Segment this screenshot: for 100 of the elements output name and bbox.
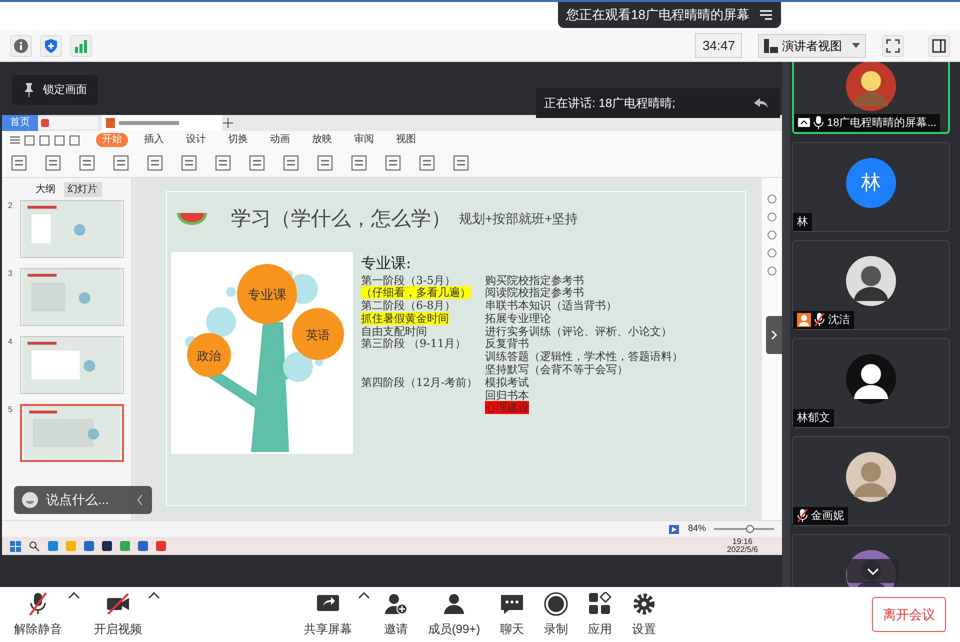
collapse-icon[interactable]: [136, 494, 144, 506]
caret-icon[interactable]: [148, 592, 160, 598]
collapse-handle[interactable]: [766, 316, 782, 354]
lock-view-button[interactable]: 锁定画面: [12, 75, 98, 105]
plan-text: （仔细看，多看几遍）: [361, 286, 471, 300]
panel-tab[interactable]: 幻灯片: [64, 182, 102, 196]
ribbon-icon[interactable]: [10, 154, 28, 172]
ribbon-tab[interactable]: 动画: [264, 133, 296, 147]
ribbon-icon[interactable]: [78, 154, 96, 172]
mic-button[interactable]: 解除静音: [8, 592, 68, 638]
ribbon-icon[interactable]: [282, 154, 300, 172]
info-icon: [14, 38, 28, 52]
ribbon-icon[interactable]: [214, 154, 232, 172]
plan-text: 训练答题（逻辑性，学术性，答题语料）: [485, 350, 683, 364]
info-button[interactable]: [10, 34, 32, 56]
plan-text: 模拟考试: [485, 376, 529, 389]
menu-icon[interactable]: [10, 135, 20, 145]
add-person-icon: [384, 592, 408, 616]
slide-subtitle: 规划+按部就班+坚持: [459, 210, 578, 228]
participant-tile[interactable]: 林 林: [792, 142, 950, 232]
toolbar-icon[interactable]: [69, 134, 80, 146]
security-button[interactable]: [40, 34, 62, 56]
banner-text: 您正在观看18广电程晴晴的屏幕: [566, 6, 750, 24]
plan-text: 购买院校指定参考书: [485, 274, 584, 286]
layout-icon: [764, 38, 778, 52]
ribbon-icon[interactable]: [44, 154, 62, 172]
taskbar-date: 2022/5/6: [726, 546, 758, 554]
document-tab[interactable]: [102, 115, 222, 131]
video-button[interactable]: 开启视频: [88, 592, 148, 638]
ribbon-icon[interactable]: [248, 154, 266, 172]
ribbon-icon[interactable]: [418, 154, 436, 172]
participant-tile[interactable]: 18广电程晴晴的屏幕...: [792, 62, 950, 134]
zoom-slider-thumb[interactable]: [746, 525, 754, 533]
search-icon[interactable]: [29, 540, 40, 552]
sidebar-toggle-button[interactable]: [928, 34, 950, 56]
caret-icon[interactable]: [68, 592, 80, 598]
ribbon-icon[interactable]: [146, 154, 164, 172]
zoom-text: 84%: [688, 522, 706, 536]
emoji-icon[interactable]: [22, 492, 38, 508]
ribbon-icon[interactable]: [112, 154, 130, 172]
participant-name: 沈洁: [828, 312, 850, 328]
play-button[interactable]: [668, 524, 680, 534]
shield-icon: [44, 38, 58, 52]
plan-text: 心理建设: [485, 401, 529, 414]
ribbon-icon[interactable]: [180, 154, 198, 172]
ribbon-tab[interactable]: 放映: [306, 133, 338, 147]
chat-input[interactable]: 说点什么...: [14, 486, 152, 514]
chevron-down-icon: [867, 568, 879, 574]
avatar: 林: [846, 158, 896, 208]
slide-thumbnail[interactable]: [20, 200, 124, 258]
ribbon-icon[interactable]: [316, 154, 334, 172]
ribbon-icon[interactable]: [452, 154, 470, 172]
ribbon-tab[interactable]: 设计: [180, 133, 212, 147]
ribbon-tab[interactable]: 审阅: [348, 133, 380, 147]
slide-thumbnail[interactable]: [20, 336, 124, 394]
ribbon-icon[interactable]: [384, 154, 402, 172]
ribbon-tab[interactable]: 插入: [138, 133, 170, 147]
caret-icon[interactable]: [358, 592, 370, 598]
network-button[interactable]: [70, 34, 92, 56]
record-icon: [544, 592, 568, 616]
ribbon-tab[interactable]: 切换: [222, 133, 254, 147]
signal-icon: [74, 38, 88, 52]
plan-text: 串联书本知识（适当背书）: [485, 299, 617, 312]
taskbar-time: 19:16: [732, 538, 752, 546]
watermelon-icon: [177, 212, 207, 226]
ribbon-icon[interactable]: [350, 154, 368, 172]
view-dropdown[interactable]: 演讲者视图: [758, 34, 866, 58]
person-icon: [442, 592, 466, 616]
participant-name: 金画妮: [811, 508, 844, 524]
apps-button[interactable]: 应用: [582, 592, 618, 638]
slide-thumbnail[interactable]: [20, 268, 124, 326]
slide-title: 学习（学什么，怎么学）: [231, 207, 451, 232]
record-button[interactable]: 录制: [538, 592, 574, 638]
participant-tile[interactable]: 金画妮: [792, 436, 950, 526]
menu-icon[interactable]: [759, 8, 774, 22]
tree-label: 政治: [197, 349, 221, 363]
slide-thumbnail[interactable]: [20, 404, 124, 462]
toolbar-icon[interactable]: [54, 134, 65, 146]
chat-button[interactable]: 聊天: [494, 592, 530, 638]
ribbon-tab[interactable]: 视图: [390, 133, 422, 147]
meeting-timer: 34:47: [695, 32, 742, 58]
members-button[interactable]: 成员(99+): [422, 592, 486, 638]
scroll-down-button[interactable]: [847, 559, 899, 583]
toolbar-icon[interactable]: [24, 134, 35, 146]
document-tab[interactable]: [38, 117, 98, 129]
leave-meeting-button[interactable]: 离开会议: [872, 596, 946, 632]
share-button[interactable]: 共享屏幕: [298, 592, 358, 638]
plan-text: 反复背书: [485, 337, 529, 350]
panel-tab[interactable]: 大纲: [32, 182, 60, 196]
participant-tile[interactable]: 沈洁: [792, 240, 950, 330]
app-tab[interactable]: 首页: [2, 115, 38, 131]
fullscreen-button[interactable]: [882, 34, 904, 56]
add-tab-icon[interactable]: [222, 117, 234, 129]
settings-button[interactable]: 设置: [626, 592, 662, 638]
sidebar-icon: [932, 38, 946, 52]
start-icon[interactable]: [10, 540, 21, 552]
slide-number: 2: [8, 200, 14, 212]
participant-tile[interactable]: 林郁文: [792, 338, 950, 428]
toolbar-icon[interactable]: [39, 134, 50, 146]
invite-button[interactable]: 邀请: [378, 592, 414, 638]
